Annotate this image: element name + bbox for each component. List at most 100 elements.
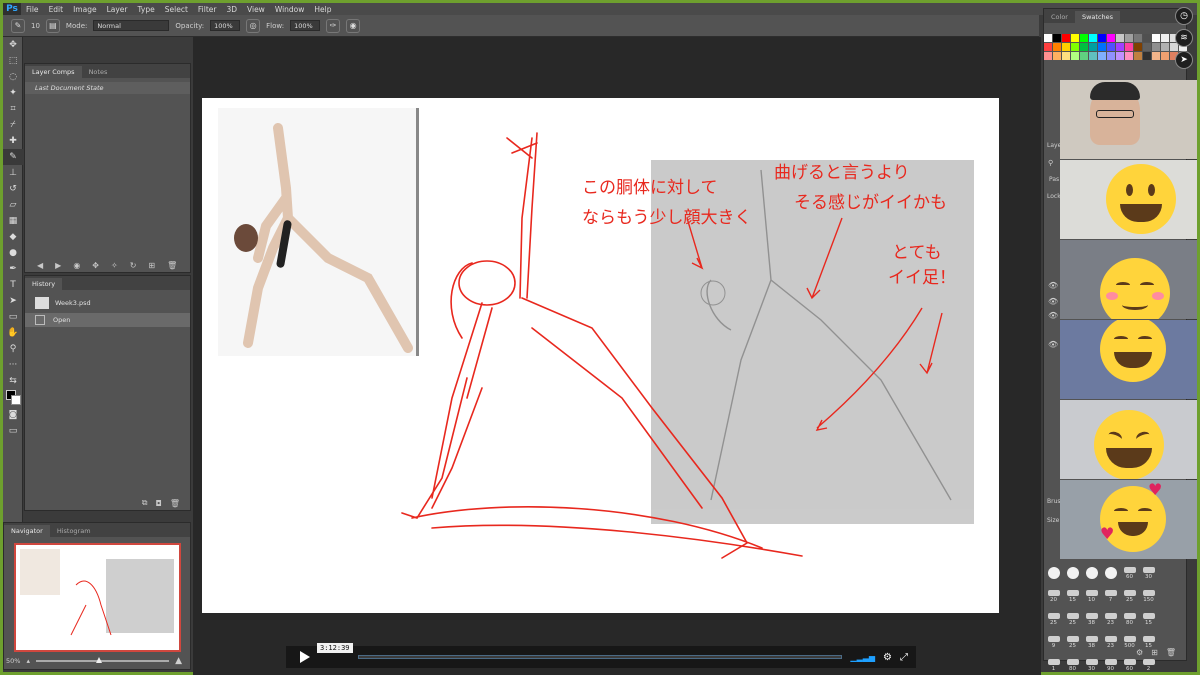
brush-preset[interactable]: 15 <box>1139 606 1158 626</box>
zoom-in-icon[interactable]: ▲ <box>175 656 182 666</box>
brush-preset[interactable]: 23 <box>1101 606 1120 626</box>
visibility-eye-icon[interactable]: 👁 <box>1048 311 1058 320</box>
video-tile-1[interactable] <box>1060 80 1197 159</box>
brush-preset[interactable]: 80 <box>1120 606 1139 626</box>
color-swatch[interactable] <box>1143 34 1151 42</box>
healing-tool-icon[interactable]: ✚ <box>3 133 23 149</box>
brush-preset[interactable]: 60 <box>1120 652 1139 672</box>
delete-comp-icon[interactable]: 🗑 <box>167 261 177 270</box>
brush-preset[interactable]: 38 <box>1082 629 1101 649</box>
brush-panel-toggle-icon[interactable]: ▤ <box>45 18 60 33</box>
navigator-preview[interactable] <box>14 543 181 652</box>
menu-3d[interactable]: 3D <box>221 5 242 14</box>
flow-input[interactable]: 100% <box>290 20 321 31</box>
brush-preset[interactable]: 15 <box>1139 629 1158 649</box>
brush-preset-icon[interactable]: ✎ <box>11 18 25 33</box>
layer-comp-row[interactable]: Last Document State <box>25 82 190 94</box>
brush-preset[interactable]: 9 <box>1044 629 1063 649</box>
brush-preset[interactable]: 80 <box>1063 652 1082 672</box>
pressure-size-icon[interactable]: ◉ <box>346 18 361 33</box>
color-swatch[interactable] <box>1098 43 1106 51</box>
lasso-tool-icon[interactable]: ◌ <box>3 69 23 85</box>
color-swatch[interactable] <box>1161 43 1169 51</box>
color-swatch[interactable] <box>1080 43 1088 51</box>
visibility-eye-icon[interactable]: 👁 <box>1048 340 1058 349</box>
blur-tool-icon[interactable]: ◆ <box>3 229 23 245</box>
history-brush-tool-icon[interactable]: ↺ <box>3 181 23 197</box>
brush-preset[interactable]: 25 <box>1120 583 1139 603</box>
brush-preset[interactable] <box>1044 560 1063 580</box>
video-tile-4[interactable] <box>1060 320 1197 399</box>
color-swatch[interactable] <box>1116 34 1124 42</box>
send-icon[interactable]: ➤ <box>1175 51 1193 69</box>
brush-tool-icon[interactable]: ✎ <box>3 149 23 165</box>
color-swatch[interactable] <box>1089 43 1097 51</box>
path-select-tool-icon[interactable]: ➤ <box>3 293 23 309</box>
history-item-open[interactable]: Open <box>25 313 190 327</box>
crop-tool-icon[interactable]: ⌗ <box>3 101 23 117</box>
eraser-tool-icon[interactable]: ▱ <box>3 197 23 213</box>
color-swatch[interactable] <box>1143 43 1151 51</box>
color-swatch[interactable] <box>1125 43 1133 51</box>
airbrush-icon[interactable]: ✑ <box>326 18 341 33</box>
move-tool-icon[interactable]: ✥ <box>3 37 23 53</box>
color-swatch[interactable] <box>1089 34 1097 42</box>
color-swatch[interactable] <box>1071 43 1079 51</box>
pen-tool-icon[interactable]: ✒ <box>3 261 23 277</box>
settings-gear-icon[interactable]: ⚙ <box>883 652 892 663</box>
new-comp-icon[interactable]: ⊞ <box>148 261 155 270</box>
zoom-slider[interactable] <box>35 657 170 663</box>
zoom-tool-icon[interactable]: ⚲ <box>3 341 23 357</box>
opacity-input[interactable]: 100% <box>210 20 241 31</box>
visibility-eye-icon[interactable]: 👁 <box>1048 297 1058 306</box>
color-swatch[interactable] <box>1098 52 1106 60</box>
menu-window[interactable]: Window <box>270 5 310 14</box>
brush-size-value[interactable]: 10 <box>31 22 40 30</box>
color-swatch[interactable] <box>1116 43 1124 51</box>
color-swatch[interactable] <box>1107 52 1115 60</box>
play-icon[interactable] <box>300 651 310 663</box>
mode-select[interactable]: Normal <box>93 20 170 31</box>
tab-swatches[interactable]: Swatches <box>1074 11 1121 23</box>
stamp-tool-icon[interactable]: ⊥ <box>3 165 23 181</box>
zoom-value[interactable]: 50% <box>6 657 20 665</box>
quick-mask-icon[interactable]: ◙ <box>3 407 23 423</box>
brush-preset[interactable]: 150 <box>1139 583 1158 603</box>
camera-snapshot-icon[interactable]: ◘ <box>156 499 162 508</box>
menu-select[interactable]: Select <box>160 5 193 14</box>
hand-tool-icon[interactable]: ✋ <box>3 325 23 341</box>
tab-layer-comps[interactable]: Layer Comps <box>25 66 82 78</box>
color-swap-icon[interactable]: ⇆ <box>3 373 23 389</box>
color-swatch[interactable] <box>1071 34 1079 42</box>
brush-preset[interactable]: 25 <box>1063 629 1082 649</box>
color-swatch[interactable] <box>1152 52 1160 60</box>
color-picker[interactable] <box>3 389 23 407</box>
color-swatch[interactable] <box>1107 43 1115 51</box>
video-tile-3[interactable] <box>1060 240 1197 319</box>
clock-icon[interactable]: ◷ <box>1175 7 1193 25</box>
color-swatch[interactable] <box>1143 52 1151 60</box>
brush-preset[interactable]: 23 <box>1101 629 1120 649</box>
menu-file[interactable]: File <box>21 5 44 14</box>
dodge-tool-icon[interactable]: ● <box>3 245 23 261</box>
position-comp-icon[interactable]: ✥ <box>92 261 99 270</box>
color-swatch[interactable] <box>1053 52 1061 60</box>
brush-preset[interactable]: 10 <box>1082 583 1101 603</box>
video-tile-5[interactable] <box>1060 400 1197 479</box>
color-swatch[interactable] <box>1125 52 1133 60</box>
brush-preset[interactable]: 25 <box>1063 606 1082 626</box>
tab-history[interactable]: History <box>25 278 63 290</box>
brush-preset[interactable]: 38 <box>1082 606 1101 626</box>
brush-preset[interactable]: 90 <box>1101 652 1120 672</box>
swatch-grid[interactable] <box>1044 34 1187 60</box>
brush-preset[interactable]: 15 <box>1063 583 1082 603</box>
menu-layer[interactable]: Layer <box>102 5 133 14</box>
brush-preset[interactable]: 2 <box>1139 652 1158 672</box>
next-comp-icon[interactable]: ▶ <box>55 261 61 270</box>
color-swatch[interactable] <box>1134 43 1142 51</box>
blend-mode-label[interactable]: Pas <box>1049 176 1059 183</box>
brush-preset[interactable]: 60 <box>1120 560 1139 580</box>
type-tool-icon[interactable]: T <box>3 277 23 293</box>
marquee-tool-icon[interactable]: ⬚ <box>3 53 23 69</box>
eyedropper-tool-icon[interactable]: ⌿ <box>3 117 23 133</box>
